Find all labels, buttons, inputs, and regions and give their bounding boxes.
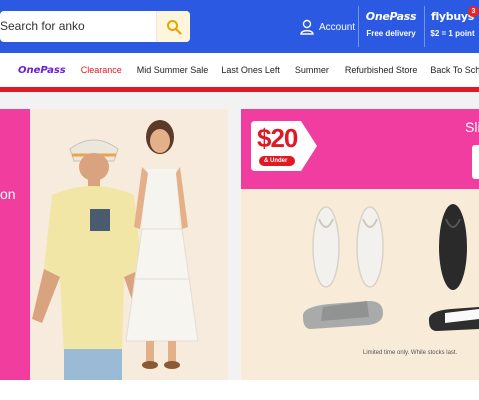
price-value: $20 <box>257 123 298 153</box>
account-label: Account <box>319 21 356 33</box>
content-below-fold <box>0 380 479 400</box>
search-button[interactable] <box>156 11 190 42</box>
category-nav: OnePass Clearance Mid Summer Sale Last O… <box>0 53 479 87</box>
promo-card-fashion[interactable]: on <box>0 109 228 380</box>
models-illustration <box>30 109 228 380</box>
promo-partial-heading: Sli <box>465 119 479 135</box>
header-divider <box>358 6 359 47</box>
header-divider <box>424 6 425 47</box>
search-bar[interactable]: Search for anko <box>0 11 190 42</box>
search-input[interactable]: Search for anko <box>0 19 85 33</box>
promo-disclaimer: Limited time only. While stocks last. <box>363 350 458 356</box>
onepass-subtext: Free delivery <box>366 29 416 38</box>
nav-item-onepass[interactable]: OnePass <box>18 65 66 76</box>
nav-item-clearance[interactable]: Clearance <box>81 65 122 75</box>
onepass-header-link[interactable]: OnePass Free delivery <box>360 10 422 38</box>
nav-item-back-to-school[interactable]: Back To School <box>430 65 479 75</box>
promo-card-footwear[interactable]: $20 & Under Sli Limited time only. While… <box>241 109 479 380</box>
promo-pink-panel <box>0 109 30 380</box>
price-tag: $20 & Under <box>251 121 317 171</box>
nav-accent-bar <box>0 87 479 92</box>
search-icon <box>166 19 182 35</box>
nav-item-summer[interactable]: Summer <box>295 65 329 75</box>
promo-shop-button[interactable] <box>472 145 479 179</box>
onepass-logo: OnePass <box>365 10 417 23</box>
promo-partial-text: on <box>0 186 16 202</box>
user-icon <box>300 19 314 35</box>
nav-item-refurbished-store[interactable]: Refurbished Store <box>345 65 418 75</box>
flybuys-subtext: $2 = 1 point <box>430 29 475 38</box>
fashion-hero-image <box>30 109 228 380</box>
nav-item-mid-summer-sale[interactable]: Mid Summer Sale <box>137 65 209 75</box>
nav-item-last-ones-left[interactable]: Last Ones Left <box>221 65 280 75</box>
price-subtext: & Under <box>264 158 288 164</box>
site-header: Search for anko Account OnePass Free del… <box>0 0 479 53</box>
account-link[interactable]: Account <box>300 16 355 38</box>
notification-badge: 3 <box>468 6 479 17</box>
